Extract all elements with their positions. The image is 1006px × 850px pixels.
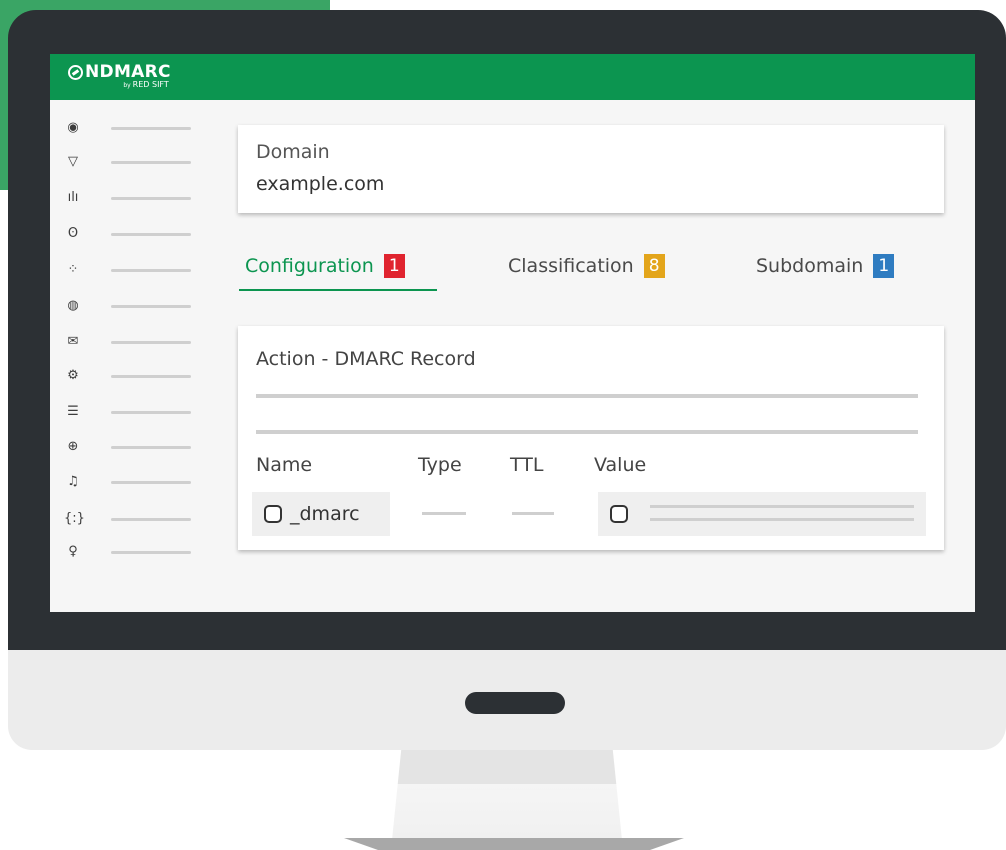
sidebar-item[interactable]: ▽ — [64, 152, 194, 172]
tab-classification-count: 8 — [643, 254, 665, 278]
sidebar-item[interactable]: ⊕ — [64, 437, 194, 457]
logo-o-icon — [68, 64, 83, 80]
tab-configuration[interactable]: Configuration 1 — [245, 254, 405, 278]
sidebar-item[interactable]: ılı — [64, 188, 194, 208]
sidebar-item-label-placeholder — [111, 446, 191, 449]
list-icon: ☰ — [67, 404, 79, 419]
target-icon: ⊕ — [67, 439, 79, 454]
sidebar-item[interactable]: ♫ — [64, 472, 194, 492]
domain-card: Domain example.com — [238, 125, 944, 213]
sidebar-item[interactable]: {:} — [64, 509, 194, 529]
column-header-type: Type — [418, 454, 462, 476]
sidebar-item-label-placeholder — [111, 518, 191, 521]
logo-red-sift: RED SIFT — [132, 80, 169, 89]
bell-icon: ♫ — [67, 474, 79, 489]
apps-icon: ⁘ — [67, 262, 79, 277]
placeholder-line — [256, 394, 918, 398]
sidebar-item[interactable]: ◍ — [64, 296, 194, 316]
globe-icon: ◍ — [67, 298, 79, 313]
mail-icon: ✉ — [67, 334, 79, 349]
placeholder-line — [256, 430, 918, 434]
dashboard-icon: ◉ — [67, 120, 79, 135]
gear-icon: ⚙ — [67, 368, 79, 383]
logo-by: by — [123, 82, 131, 89]
tab-classification-label: Classification — [508, 255, 634, 277]
sidebar-item-label-placeholder — [111, 127, 191, 130]
logo-text: NDMARC — [85, 62, 171, 82]
sidebar-item-label-placeholder — [111, 269, 191, 272]
tab-configuration-count: 1 — [383, 254, 405, 278]
sidebar-item-label-placeholder — [111, 305, 191, 308]
sidebar-item-label-placeholder — [111, 197, 191, 200]
fingerprint-icon: ʘ — [67, 226, 79, 241]
domain-label: Domain — [256, 141, 330, 163]
record-name-cell: _dmarc — [252, 492, 390, 536]
ondmarc-logo[interactable]: NDMARC by RED SIFT — [68, 63, 171, 90]
copy-value-checkbox[interactable] — [610, 505, 628, 523]
action-card: Action - DMARC Record Name Type TTL Valu… — [238, 326, 944, 550]
column-header-name: Name — [256, 454, 313, 476]
bar-chart-icon: ılı — [67, 190, 79, 205]
sidebar-item-label-placeholder — [111, 375, 191, 378]
monitor-stand-foot — [344, 838, 684, 850]
app-screen: NDMARC by RED SIFT ◉ ▽ ılı ʘ ⁘ ◍ ✉ ⚙ ☰ ⊕ ♫ {:} ♀ Doma… — [50, 54, 975, 612]
tab-subdomain[interactable]: Subdomain 1 — [756, 254, 895, 278]
sidebar-item-label-placeholder — [111, 411, 191, 414]
copy-name-checkbox[interactable] — [264, 505, 282, 523]
record-value-cell — [598, 492, 926, 536]
sidebar-item[interactable]: ♀ — [64, 542, 194, 562]
monitor-chin — [8, 650, 1006, 750]
sidebar-item-label-placeholder — [111, 481, 191, 484]
sidebar-item-label-placeholder — [111, 341, 191, 344]
sidebar-item[interactable]: ʘ — [64, 224, 194, 244]
sidebar-item[interactable]: ⁘ — [64, 260, 194, 280]
sidebar-item[interactable]: ◉ — [64, 118, 194, 138]
value-placeholder-line — [650, 518, 914, 521]
tab-subdomain-label: Subdomain — [756, 255, 864, 277]
column-header-ttl: TTL — [510, 454, 544, 476]
tab-subdomain-count: 1 — [873, 254, 895, 278]
logo-wordmark: NDMARC — [68, 63, 171, 81]
tab-configuration-label: Configuration — [245, 255, 374, 277]
code-icon: {:} — [64, 511, 85, 526]
user-icon: ♀ — [68, 544, 78, 559]
sidebar-item[interactable]: ⚙ — [64, 366, 194, 386]
sidebar-item-label-placeholder — [111, 233, 191, 236]
record-type-placeholder — [422, 512, 466, 515]
logo-subtitle: by RED SIFT — [68, 81, 171, 90]
shield-icon: ▽ — [68, 154, 78, 169]
sidebar-item[interactable]: ☰ — [64, 402, 194, 422]
active-tab-indicator — [239, 289, 437, 291]
sidebar-item-label-placeholder — [111, 551, 191, 554]
action-title: Action - DMARC Record — [256, 348, 476, 370]
record-name: _dmarc — [290, 503, 360, 525]
column-header-value: Value — [594, 454, 647, 476]
sidebar-item[interactable]: ✉ — [64, 332, 194, 352]
top-bar: NDMARC by RED SIFT — [50, 54, 975, 100]
monitor-stand — [392, 750, 622, 840]
record-ttl-placeholder — [512, 512, 554, 515]
domain-value: example.com — [256, 173, 385, 195]
sidebar-item-label-placeholder — [111, 161, 191, 164]
monitor-logo-slot — [465, 692, 565, 714]
value-placeholder-line — [650, 505, 914, 508]
tab-classification[interactable]: Classification 8 — [508, 254, 665, 278]
